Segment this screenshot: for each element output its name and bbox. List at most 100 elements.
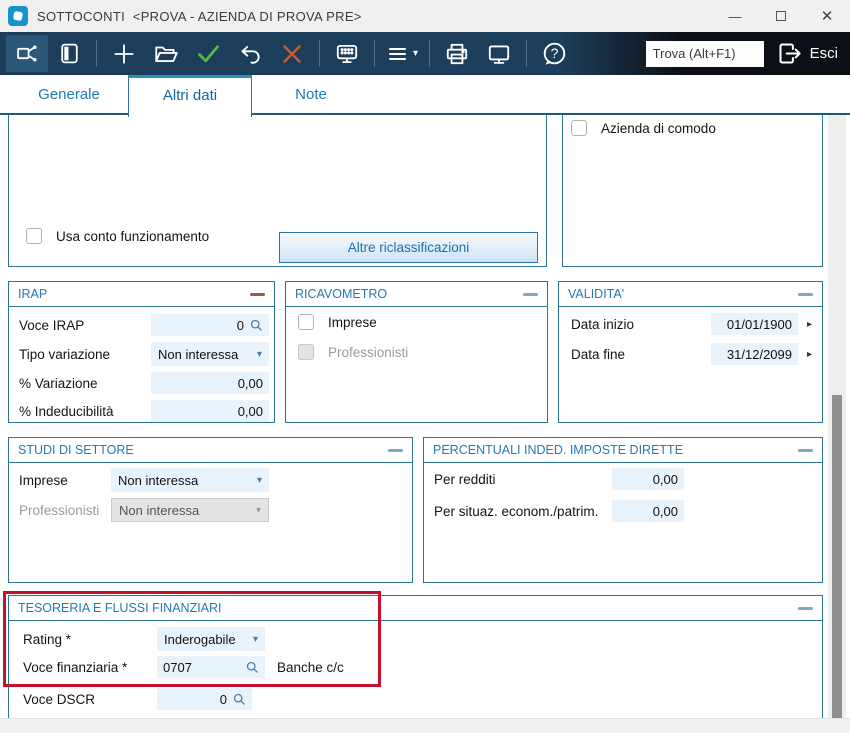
- collapse-icon[interactable]: [523, 293, 538, 296]
- vertical-scrollbar[interactable]: [828, 115, 846, 718]
- minimize-button[interactable]: —: [712, 0, 758, 32]
- toolbar-separator: [374, 40, 375, 67]
- svg-text:?: ?: [550, 45, 558, 61]
- toolbar-separator: [429, 40, 430, 67]
- perc-variazione-label: % Variazione: [19, 376, 151, 391]
- panel-studi-settore: STUDI DI SETTORE Imprese Non interessa ▾…: [8, 437, 413, 583]
- per-redditi-field[interactable]: 0,00: [612, 468, 684, 490]
- links-button[interactable]: [6, 35, 48, 72]
- display-icon: [486, 41, 512, 67]
- search-input[interactable]: [646, 41, 764, 67]
- confirm-check-icon: [195, 40, 222, 67]
- rating-label: Rating *: [23, 632, 157, 647]
- panel-studi-title: STUDI DI SETTORE: [18, 443, 134, 457]
- tipo-variazione-label: Tipo variazione: [19, 347, 151, 362]
- print-icon: [444, 41, 470, 67]
- chevron-down-icon: ▾: [257, 475, 262, 486]
- panel-ricavometro-title: RICAVOMETRO: [295, 287, 387, 301]
- lookup-icon[interactable]: [246, 661, 259, 674]
- data-fine-label: Data fine: [571, 347, 711, 362]
- undo-icon: [237, 41, 263, 67]
- panel-tesoreria: TESORERIA E FLUSSI FINANZIARI Rating * I…: [8, 595, 823, 718]
- panel-validita: VALIDITA' Data inizio 01/01/1900 ▸ Data …: [558, 281, 823, 423]
- data-inizio-field[interactable]: 01/01/1900: [711, 313, 798, 335]
- tab-note[interactable]: Note: [252, 75, 370, 115]
- toolbar: ▾ ?: [0, 32, 850, 75]
- perc-indeducibilita-label: % Indeducibilità: [19, 404, 151, 419]
- display-button[interactable]: [478, 35, 520, 72]
- voce-finanziaria-field[interactable]: 0707: [157, 656, 265, 678]
- panel-ricavometro: RICAVOMETRO Imprese Professionisti: [285, 281, 548, 423]
- tab-bar: Generale Altri dati Note: [0, 75, 850, 115]
- collapse-icon[interactable]: [798, 607, 813, 610]
- confirm-button[interactable]: [187, 35, 229, 72]
- tab-generale[interactable]: Generale: [10, 75, 128, 115]
- per-situaz-field[interactable]: 0,00: [612, 500, 684, 522]
- help-button[interactable]: ?: [533, 35, 575, 72]
- panel-irap-header: IRAP: [9, 282, 274, 307]
- date-picker-icon[interactable]: ▸: [807, 319, 812, 330]
- perc-variazione-field[interactable]: 0,00: [151, 372, 269, 394]
- maximize-button[interactable]: [758, 0, 804, 32]
- usa-conto-funzionamento-checkbox[interactable]: [26, 228, 42, 244]
- professionisti-checkbox: [298, 344, 314, 360]
- panel-validita-title: VALIDITA': [568, 287, 624, 301]
- undo-button[interactable]: [229, 35, 271, 72]
- voce-dscr-field[interactable]: 0: [157, 688, 252, 710]
- print-button[interactable]: [436, 35, 478, 72]
- scrollbar-thumb[interactable]: [832, 395, 842, 718]
- voce-finanziaria-descrizione: Banche c/c: [277, 660, 344, 675]
- voce-irap-label: Voce IRAP: [19, 318, 151, 333]
- azienda-di-comodo-label: Azienda di comodo: [601, 121, 716, 136]
- studi-imprese-select[interactable]: Non interessa ▾: [111, 468, 269, 492]
- date-picker-icon[interactable]: ▸: [807, 349, 812, 360]
- exit-button[interactable]: Esci: [776, 40, 838, 67]
- tab-altri-dati[interactable]: Altri dati: [128, 75, 252, 117]
- data-fine-field[interactable]: 31/12/2099: [711, 343, 798, 365]
- lookup-icon[interactable]: [250, 319, 263, 332]
- rating-select[interactable]: Inderogabile ▾: [157, 627, 265, 651]
- panel-studi-header: STUDI DI SETTORE: [9, 438, 412, 463]
- chevron-down-icon: ▾: [413, 48, 418, 59]
- toolbar-separator: [526, 40, 527, 67]
- azienda-di-comodo-checkbox[interactable]: [571, 120, 587, 136]
- sidebar-icon: [57, 41, 82, 66]
- per-redditi-label: Per redditi: [434, 472, 612, 487]
- bottom-strip: [0, 718, 850, 733]
- panel-tesoreria-header: TESORERIA E FLUSSI FINANZIARI: [9, 596, 822, 621]
- chevron-down-icon: ▾: [256, 505, 261, 516]
- delete-button[interactable]: [271, 35, 313, 72]
- toolbar-right: Esci: [646, 40, 844, 67]
- open-folder-icon: [153, 41, 179, 67]
- collapse-icon[interactable]: [798, 449, 813, 452]
- open-button[interactable]: [145, 35, 187, 72]
- altre-riclassificazioni-button[interactable]: Altre riclassificazioni: [279, 232, 538, 263]
- maximize-icon: [776, 11, 786, 21]
- perc-indeducibilita-field[interactable]: 0,00: [151, 400, 269, 422]
- collapse-icon[interactable]: [798, 293, 813, 296]
- imprese-label: Imprese: [328, 315, 377, 330]
- window-title: SOTTOCONTI <PROVA - AZIENDA DI PROVA PRE…: [37, 9, 362, 24]
- panel-irap: IRAP Voce IRAP 0 Tipo variazione Non int…: [8, 281, 275, 423]
- menu-button[interactable]: ▾: [381, 35, 423, 72]
- close-button[interactable]: ✕: [804, 0, 850, 32]
- collapse-icon[interactable]: [250, 293, 265, 296]
- voce-irap-field[interactable]: 0: [151, 314, 269, 336]
- tipo-variazione-select[interactable]: Non interessa ▾: [151, 342, 269, 366]
- new-button[interactable]: [103, 35, 145, 72]
- tab-content-altri-dati: Usa conto funzionamento Altre riclassifi…: [0, 115, 850, 718]
- app-logo-icon: [8, 6, 28, 26]
- menu-icon: [386, 42, 410, 66]
- lookup-icon[interactable]: [233, 693, 246, 706]
- professionisti-label: Professionisti: [328, 345, 408, 360]
- voce-finanziaria-label: Voce finanziaria *: [23, 660, 157, 675]
- panel-irap-title: IRAP: [18, 287, 47, 301]
- virtual-keyboard-button[interactable]: [326, 35, 368, 72]
- data-inizio-label: Data inizio: [571, 317, 711, 332]
- panel-validita-header: VALIDITA': [559, 282, 822, 307]
- sidebar-button[interactable]: [48, 35, 90, 72]
- title-bar: SOTTOCONTI <PROVA - AZIENDA DI PROVA PRE…: [0, 0, 850, 32]
- collapse-icon[interactable]: [388, 449, 403, 452]
- virtual-keyboard-icon: [334, 41, 360, 67]
- imprese-checkbox[interactable]: [298, 314, 314, 330]
